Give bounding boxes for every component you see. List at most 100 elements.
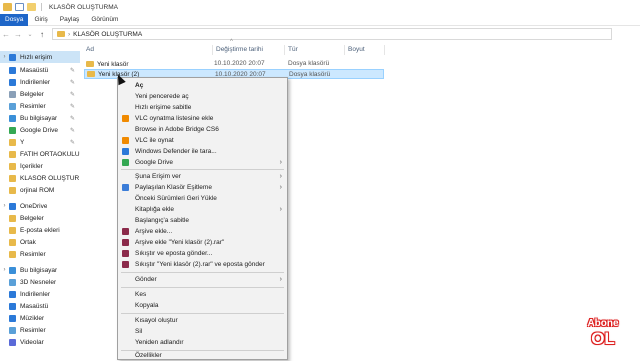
sidebar-item-music[interactable]: Müzikler <box>0 312 80 324</box>
menu-item-delete[interactable]: Sil <box>118 326 287 337</box>
menu-item-rename[interactable]: Yeniden adlandır <box>118 337 287 348</box>
menu-item-defender-scan[interactable]: Windows Defender ile tara... <box>118 146 287 157</box>
folder-icon <box>9 150 16 158</box>
tab-share[interactable]: Paylaş <box>54 14 86 26</box>
folder-icon <box>9 238 16 246</box>
sidebar-item-3d-objects[interactable]: 3D Nesneler <box>0 276 80 288</box>
menu-item-add-archive[interactable]: Arşive ekle... <box>118 226 287 237</box>
sidebar-item-quick-access[interactable]: › Hızlı erişim <box>0 51 80 63</box>
expand-icon[interactable]: › <box>0 203 9 209</box>
sidebar-item-pc-desktop[interactable]: Masaüstü <box>0 300 80 312</box>
folder-icon <box>57 31 65 37</box>
menu-item-compress-rar-email[interactable]: Sıkıştır "Yeni klasör (2).rar" ve eposta… <box>118 259 287 270</box>
menu-item-give-access[interactable]: Şuna Erişim ver › <box>118 171 287 182</box>
new-folder-icon[interactable] <box>27 3 36 11</box>
download-icon <box>9 78 16 86</box>
sidebar-item-fatih-ortaokulu[interactable]: FATİH ORTAOKULU <box>0 148 80 160</box>
music-icon <box>9 314 16 322</box>
sidebar-item-label: Bu bilgisayar <box>20 114 58 122</box>
file-type: Dosya klasörü <box>289 71 331 78</box>
menu-item-label: Windows Defender ile tara... <box>135 148 217 155</box>
tab-home[interactable]: Giriş <box>28 14 53 26</box>
address-bar[interactable]: › KLASÖR OLUŞTURMA <box>52 28 612 40</box>
sidebar-item-onedrive[interactable]: › OneDrive <box>0 200 80 212</box>
properties-icon[interactable] <box>15 3 24 11</box>
sidebar-item-this-pc[interactable]: Bu bilgisayar ✎ <box>0 112 80 124</box>
sidebar-item-pc-downloads[interactable]: İndirilenler <box>0 288 80 300</box>
sidebar-item-eposta-ekleri[interactable]: E-posta ekleri <box>0 224 80 236</box>
sidebar-item-onedrive-belgeler[interactable]: Belgeler <box>0 212 80 224</box>
sidebar-item-desktop[interactable]: Masaüstü ✎ <box>0 64 80 76</box>
tab-view[interactable]: Görünüm <box>85 14 124 26</box>
winrar-icon <box>122 261 129 268</box>
menu-item-vlc-playlist[interactable]: VLC oynatma listesine ekle <box>118 113 287 124</box>
menu-item-label: Browse in Adobe Bridge CS6 <box>135 126 219 133</box>
sidebar-item-label: Belgeler <box>20 214 44 222</box>
sidebar-item-y[interactable]: Y ✎ <box>0 136 80 148</box>
sidebar-item-pictures[interactable]: Resimler ✎ <box>0 100 80 112</box>
back-arrow-icon[interactable]: ← <box>0 30 12 39</box>
menu-item-pin-quick-access[interactable]: Hızlı erişime sabitle <box>118 102 287 113</box>
sidebar-item-documents[interactable]: Belgeler ✎ <box>0 88 80 100</box>
computer-icon <box>9 266 16 274</box>
sidebar-item-label: 3D Nesneler <box>20 278 57 286</box>
column-header-size[interactable]: Boyut <box>346 44 365 56</box>
menu-item-open-new-window[interactable]: Yeni pencerede aç <box>118 91 287 102</box>
menu-item-label: VLC oynatma listesine ekle <box>135 115 214 122</box>
sidebar-item-videos[interactable]: Videolar <box>0 336 80 348</box>
expand-icon[interactable]: › <box>0 54 9 60</box>
column-divider[interactable] <box>284 45 285 55</box>
up-arrow-icon[interactable]: ↑ <box>36 30 48 39</box>
column-divider[interactable] <box>212 45 213 55</box>
sidebar-item-klasor-olustur[interactable]: KLASÖR OLUŞTUR <box>0 172 80 184</box>
menu-item-compress-email[interactable]: Sıkıştır ve eposta gönder... <box>118 248 287 259</box>
sidebar-item-ortak[interactable]: Ortak <box>0 236 80 248</box>
column-header-name[interactable]: Ad <box>84 44 94 56</box>
menu-item-label: Sıkıştır "Yeni klasör (2).rar" ve eposta… <box>135 261 265 268</box>
vlc-icon <box>122 115 129 122</box>
sidebar-item-label: OneDrive <box>20 202 48 210</box>
column-header-date[interactable]: Değiştirme tarihi <box>214 44 263 56</box>
winrar-icon <box>122 239 129 246</box>
pin-icon: ✎ <box>69 103 75 110</box>
chevron-right-icon[interactable]: › <box>68 31 70 38</box>
recent-chevron-icon[interactable]: ⌄ <box>24 31 36 38</box>
menu-item-shared-folder-sync[interactable]: Paylaşılan Klasör Eşitleme › <box>118 182 287 193</box>
column-header-type[interactable]: Tür <box>286 44 298 56</box>
sidebar-item-label: orjinal ROM <box>20 186 55 194</box>
forward-arrow-icon[interactable]: → <box>12 30 24 39</box>
submenu-arrow-icon: › <box>279 276 282 283</box>
menu-item-cut[interactable]: Kes <box>118 289 287 300</box>
menu-item-copy[interactable]: Kopyala <box>118 300 287 311</box>
column-divider[interactable] <box>344 45 345 55</box>
menu-item-create-shortcut[interactable]: Kısayol oluştur <box>118 315 287 326</box>
sidebar-item-orjinal-rom[interactable]: orjinal ROM <box>0 184 80 196</box>
menu-item-open[interactable]: Aç <box>118 80 287 91</box>
sidebar-item-this-pc-root[interactable]: › Bu bilgisayar <box>0 264 80 276</box>
sidebar-item-pc-pictures[interactable]: Resimler <box>0 324 80 336</box>
menu-item-include-library[interactable]: Kitaplığa ekle › <box>118 204 287 215</box>
cloud-icon <box>9 202 16 210</box>
submenu-arrow-icon: › <box>279 206 282 213</box>
menu-item-label: Kitaplığa ekle <box>135 206 175 213</box>
sidebar-item-onedrive-resimler[interactable]: Resimler <box>0 248 80 260</box>
file-row[interactable]: Yeni klasör 10.10.2020 20:07 Dosya klasö… <box>84 59 384 69</box>
menu-item-properties[interactable]: Özellikler <box>118 350 287 361</box>
menu-item-send-to[interactable]: Gönder › <box>118 274 287 285</box>
menu-item-adobe-bridge[interactable]: Browse in Adobe Bridge CS6 <box>118 124 287 135</box>
menu-item-label: Şuna Erişim ver <box>135 173 181 180</box>
column-divider[interactable] <box>384 45 385 55</box>
menu-item-pin-start[interactable]: Başlangıç'a sabitle <box>118 215 287 226</box>
menu-item-add-archive-rar[interactable]: Arşive ekle "Yeni klasör (2).rar" <box>118 237 287 248</box>
sidebar-item-label: Google Drive <box>20 126 58 134</box>
menu-item-restore-previous[interactable]: Önceki Sürümleri Geri Yükle <box>118 193 287 204</box>
winrar-icon <box>122 250 129 257</box>
pin-icon: ✎ <box>69 67 75 74</box>
sidebar-item-icerikler[interactable]: İçerikler <box>0 160 80 172</box>
expand-icon[interactable]: › <box>0 267 9 273</box>
sidebar-item-google-drive[interactable]: Google Drive ✎ <box>0 124 80 136</box>
menu-item-vlc-play[interactable]: VLC ile oynat <box>118 135 287 146</box>
menu-item-google-drive[interactable]: Google Drive › <box>118 157 287 168</box>
tab-file[interactable]: Dosya <box>0 13 29 26</box>
sidebar-item-downloads[interactable]: İndirilenler ✎ <box>0 76 80 88</box>
